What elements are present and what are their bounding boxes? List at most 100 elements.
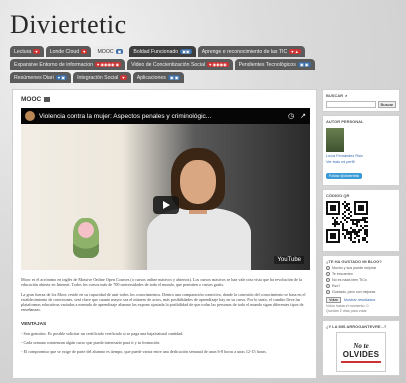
nav-tab-label: Lectura <box>14 48 32 55</box>
nav-row-1: Lectura ♥ Londe Cloud ♥ MOOC ▣ Boldad Funciona… <box>10 46 400 57</box>
nav-tab-label: Boldad Funcionado <box>133 48 179 55</box>
poll-option-label: Mucho y sus puede mejorar <box>332 266 377 270</box>
paragraph: La gran fuerza de los Mooc reside en su … <box>21 291 306 313</box>
qr-widget: CÓDIGO QR <box>322 189 400 252</box>
poll-radio[interactable] <box>326 278 330 282</box>
poll-option[interactable]: Te encuentro <box>326 272 396 276</box>
section-title: MOOC <box>21 96 42 103</box>
video-actions: ◷ ↗ <box>288 112 306 120</box>
twitter-follow-button[interactable]: Follow @diviertetic <box>326 173 363 179</box>
promo-text-bottom: OLVIDES <box>342 349 380 359</box>
nav-tab-label: Integración Social <box>77 74 119 81</box>
list-item: - Son gratuitos. Es posible solicitar un… <box>21 330 184 336</box>
search-icon: ⌕ <box>345 93 348 98</box>
nav-tab-badge-icon: ▣ ▣ <box>297 62 311 67</box>
nav-tab-label: Video de Concientización Social <box>131 61 206 68</box>
search-input[interactable] <box>326 101 376 108</box>
author-heading: AUTOR PERSONAL <box>326 119 364 124</box>
search-button[interactable]: Buscar <box>377 101 396 108</box>
nav-tab-badge-icon: ♥ <box>33 49 40 54</box>
poll-options: Mucho y sus puede mejorar Te encuentro No … <box>326 266 396 294</box>
nav-tab-badge-icon: ♥ ▲ <box>289 49 301 54</box>
poll-option-label: Gustado, pero con mejoras <box>332 290 376 294</box>
nav-tab-label: Resúmenes Diari <box>14 74 54 81</box>
play-icon <box>162 201 170 209</box>
poll-option[interactable]: No es nada bien TICs <box>326 278 396 282</box>
main-content: MOOC Violencia contra la mujer: Aspectos… <box>12 89 317 379</box>
nav-tab[interactable]: Expansive Entorno de informacion ♥ ◉◉◉◉ ◉ <box>10 59 126 70</box>
poll-days-text: Quedan 2 días para votar <box>326 309 367 313</box>
nav-tab[interactable]: MOOC ▣ <box>93 46 128 57</box>
vote-button[interactable]: Votar <box>326 297 341 303</box>
video-title[interactable]: Violencia contra la mujer: Aspectos pena… <box>39 113 211 120</box>
show-results-link[interactable]: Mostrar resultados <box>344 298 375 302</box>
sidebar: BUSCAR ⌕ Buscar AUTOR PERSONAL Lucia Fern… <box>322 89 400 379</box>
share-icon[interactable]: ↗ <box>300 112 306 120</box>
nav-tab[interactable]: Lectura ♥ <box>10 46 44 57</box>
nav-tab-badge-icon: ▣ <box>115 49 124 54</box>
poll-votes-text: Votos hasta el momento: 0 <box>326 304 369 308</box>
poll-radio[interactable] <box>326 272 330 276</box>
video-player[interactable]: Violencia contra la mujer: Aspectos pena… <box>21 108 310 270</box>
qr-heading: CÓDIGO QR <box>326 193 350 198</box>
nav-tab[interactable]: Resúmenes Diari ♥ ▣ <box>10 72 72 83</box>
watch-later-icon[interactable]: ◷ <box>288 112 294 120</box>
youtube-logo[interactable]: YouTube <box>274 256 304 264</box>
author-widget: AUTOR PERSONAL Lucia Fernández Ruiz Ver … <box>322 115 400 186</box>
site-title[interactable]: Diviertetic <box>10 10 127 40</box>
nav-tab-badge-icon: ♥ <box>81 49 88 54</box>
nav-tab-badge-icon: ♥ <box>120 75 127 80</box>
nav-tab-badge-icon: ▣ ▣ <box>167 75 181 80</box>
nav-tab-label: Expansive Entorno de informacion <box>14 61 94 68</box>
nav-tab[interactable]: Integración Social ♥ <box>73 72 131 83</box>
author-avatar[interactable] <box>326 128 344 152</box>
poll-radio[interactable] <box>326 290 330 294</box>
nav-tab-label: Aplicaciones <box>136 74 166 81</box>
list-item: - Cada semana comienzan algún curso que … <box>21 340 161 346</box>
promo-text-top: No te <box>353 341 369 350</box>
poll-option-label: No es nada bien TICs <box>332 278 367 282</box>
nav-tab-label: Aprenge e reconocimiento de las TIC <box>201 48 288 55</box>
paragraph: Mooc es el acrónimo en inglés de Massive… <box>21 277 302 288</box>
poll-radio[interactable] <box>326 284 330 288</box>
nav-tab-label: Pendientes Tecnológicos <box>238 61 296 68</box>
nav-tab[interactable]: Video de Concientización Social ♥ ◉◉◉◉ <box>127 59 233 70</box>
nav-row-2: Expansive Entorno de informacion ♥ ◉◉◉◉ ◉… <box>10 59 400 70</box>
nav-row-3: Resúmenes Diari ♥ ▣ Integración Social ♥ Apl… <box>10 72 400 83</box>
main-navigation: Lectura ♥ Londe Cloud ♥ MOOC ▣ Boldad Funciona… <box>10 46 400 85</box>
author-profile-link[interactable]: Ver todo mi perfil <box>326 160 396 164</box>
poll-widget: ¿TE HA GUSTADO MI BLOG? Mucho y sus pued… <box>322 255 400 317</box>
section-header: MOOC <box>21 96 308 103</box>
nav-tab[interactable]: Boldad Funcionado ▣▣ <box>129 46 196 57</box>
author-name-link[interactable]: Lucia Fernández Ruiz <box>326 154 396 158</box>
poll-option-label: Eso? <box>332 284 341 288</box>
nav-tab-badge-icon: ♥ ▣ <box>55 75 68 80</box>
subheading: VENTAJAS <box>21 321 47 327</box>
list-item: - El compromiso que se exige de parte de… <box>21 349 267 355</box>
poll-heading: ¿TE HA GUSTADO MI BLOG? <box>326 259 382 264</box>
promo-image[interactable]: No te OLVIDES <box>336 332 386 372</box>
nav-tab-badge-icon: ▣▣ <box>180 49 192 54</box>
poll-option[interactable]: Mucho y sus puede mejorar <box>326 266 396 270</box>
play-button[interactable] <box>153 196 179 214</box>
qr-code-image <box>326 201 368 243</box>
nav-tab[interactable]: Pendientes Tecnológicos ▣ ▣ <box>234 59 315 70</box>
nav-tab[interactable]: Aprenge e reconocimiento de las TIC ♥ ▲ <box>197 46 305 57</box>
video-title-bar: Violencia contra la mujer: Aspectos pena… <box>21 108 310 124</box>
flower-vase-image <box>73 218 99 258</box>
nav-tab-label: Londe Cloud <box>49 48 80 55</box>
channel-avatar[interactable] <box>25 111 35 121</box>
poll-option[interactable]: Eso? <box>326 284 396 288</box>
nav-tab-badge-icon: ♥ ◉◉◉◉ ◉ <box>95 62 122 67</box>
nav-tab-badge-icon: ♥ ◉◉◉◉ <box>207 62 229 67</box>
search-widget: BUSCAR ⌕ Buscar <box>322 89 400 112</box>
promo-widget: ¿Y LA MIS ARROGANTEVRE...? No te OLVIDES <box>322 320 400 376</box>
poll-radio[interactable] <box>326 266 330 270</box>
poll-option-label: Te encuentro <box>332 272 353 276</box>
promo-heading: ¿Y LA MIS ARROGANTEVRE...? <box>326 324 387 329</box>
search-heading: BUSCAR ⌕ <box>326 93 348 98</box>
nav-tab[interactable]: Aplicaciones ▣ ▣ <box>132 72 185 83</box>
poll-option[interactable]: Gustado, pero con mejoras <box>326 290 396 294</box>
nav-tab[interactable]: Londe Cloud ♥ <box>45 46 92 57</box>
nav-tab-label: MOOC <box>97 48 114 55</box>
